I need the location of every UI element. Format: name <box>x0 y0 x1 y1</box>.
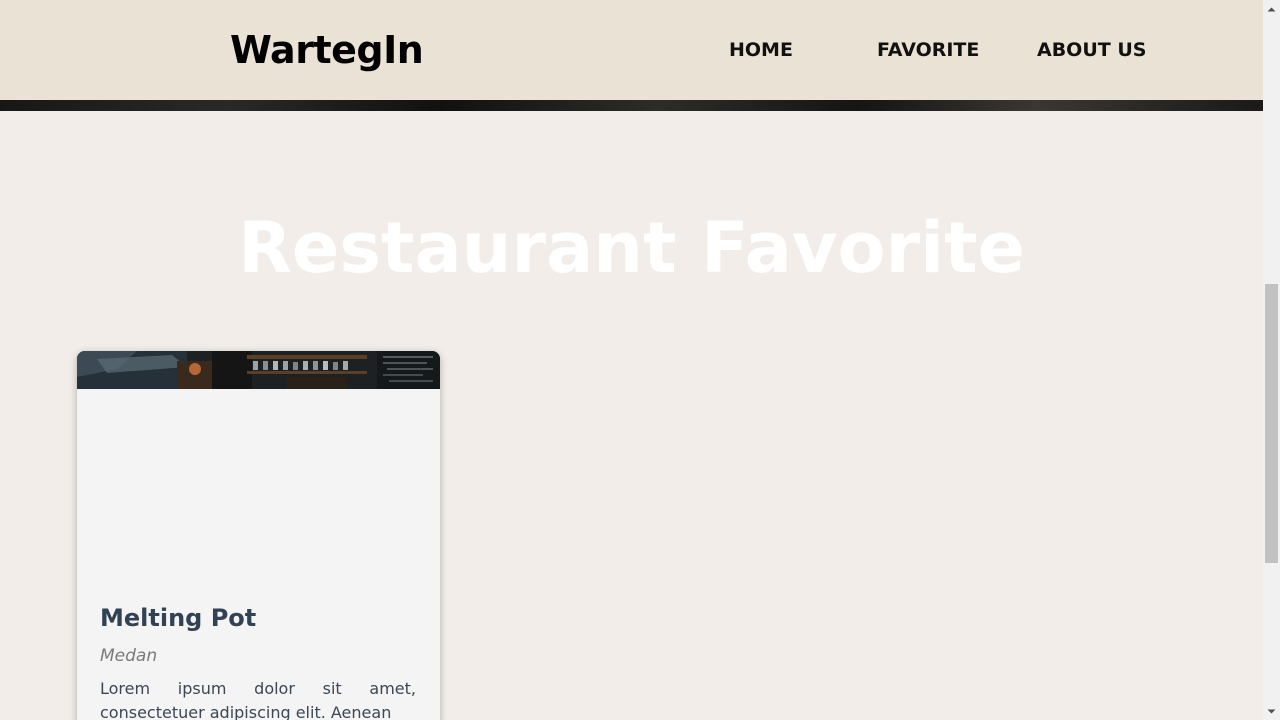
scroll-down-arrow-icon[interactable] <box>1263 703 1280 720</box>
restaurant-name[interactable]: Melting Pot <box>100 602 256 634</box>
nav-home-link[interactable]: HOME <box>729 38 793 62</box>
restaurant-photo <box>77 351 440 389</box>
vertical-scrollbar[interactable] <box>1263 0 1280 720</box>
page-title: Restaurant Favorite <box>237 207 1026 289</box>
site-logo[interactable]: WartegIn <box>230 26 424 74</box>
nav-about-link[interactable]: ABOUT US <box>1037 38 1146 62</box>
restaurant-city: Medan <box>100 646 158 666</box>
restaurant-card[interactable]: Melting Pot Medan Lorem ipsum dolor sit … <box>77 351 440 720</box>
restaurant-description: Lorem ipsum dolor sit amet, consectetuer… <box>100 679 416 720</box>
nav-favorite-link[interactable]: FAVORITE <box>877 38 979 62</box>
scrollbar-thumb[interactable] <box>1265 284 1278 563</box>
page: WartegIn HOME FAVORITE ABOUT US Restaura… <box>0 0 1263 720</box>
app-header: WartegIn HOME FAVORITE ABOUT US <box>0 0 1263 100</box>
scroll-up-arrow-icon[interactable] <box>1263 0 1280 17</box>
